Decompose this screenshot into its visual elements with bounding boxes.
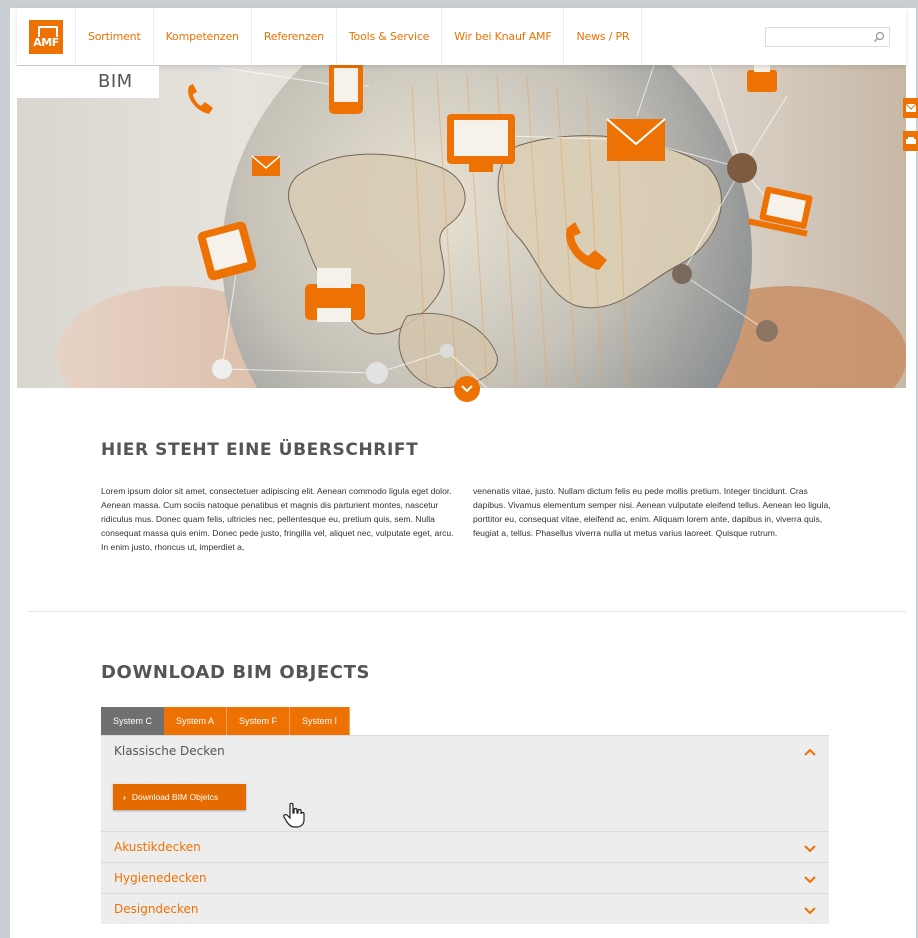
article-text-column-2: venenatis vitae, justo. Nullam dictum fe…: [473, 486, 831, 538]
download-heading: DOWNLOAD BIM OBJECTS: [101, 662, 371, 683]
chevron-right-icon: ›: [123, 792, 126, 802]
article-text-column-1: Lorem ipsum dolor sit amet, consectetuer…: [101, 486, 454, 552]
chevron-down-icon: [804, 907, 816, 915]
print-icon: [906, 137, 916, 144]
chevron-up-icon[interactable]: [803, 747, 817, 757]
nav-item-news-pr[interactable]: News / PR: [563, 8, 643, 65]
tab-system-c[interactable]: System C: [101, 707, 165, 735]
logo-text: AMF: [33, 35, 59, 49]
tab-system-a[interactable]: System A: [164, 707, 228, 735]
amf-logo[interactable]: AMF: [29, 19, 63, 54]
article-heading: HIER STEHT EINE ÜBERSCHRIFT: [101, 440, 419, 460]
bim-accordion: Klassische Decken › Download BIM Objetcs…: [101, 735, 829, 924]
nav-item-referenzen[interactable]: Referenzen: [250, 8, 336, 65]
nav-item-sortiment[interactable]: Sortiment: [75, 8, 153, 65]
nav-label: Tools & Service: [348, 30, 430, 43]
side-share-tab[interactable]: [903, 98, 918, 118]
search-box: [765, 26, 890, 49]
nav-label: Kompetenzen: [165, 30, 239, 43]
chevron-down-icon: [804, 876, 816, 884]
nav-item-tools-service[interactable]: Tools & Service: [335, 8, 441, 65]
download-button-label: Download BIM Objetcs: [131, 792, 219, 802]
chevron-down-icon: [461, 385, 473, 393]
accordion-item-akustikdecken[interactable]: Akustikdecken: [101, 831, 829, 862]
nav-label: Sortiment: [88, 30, 141, 43]
nav-item-wir-bei-knauf-amf[interactable]: Wir bei Knauf AMF: [441, 8, 563, 65]
hero-globe-illustration: [57, 56, 906, 388]
accordion-item-title: Hygienedecken: [114, 871, 207, 885]
scroll-down-button[interactable]: [454, 376, 480, 402]
accordion-item-title: Akustikdecken: [114, 840, 201, 854]
nav-label: Wir bei Knauf AMF: [454, 30, 552, 43]
accordion-item-title[interactable]: Klassische Decken: [114, 744, 225, 758]
search-icon[interactable]: [873, 31, 885, 43]
tab-system-f[interactable]: System F: [227, 707, 291, 735]
section-divider: [28, 611, 906, 612]
nav-label: Referenzen: [263, 30, 324, 43]
mail-icon: [905, 103, 917, 112]
nav-item-kompetenzen[interactable]: Kompetenzen: [152, 8, 251, 65]
accordion-item-designdecken[interactable]: Designdecken: [101, 893, 829, 924]
hero-banner: [17, 56, 906, 388]
side-print-tab[interactable]: [903, 131, 918, 151]
download-bim-objects-button[interactable]: › Download BIM Objetcs: [113, 784, 246, 810]
system-tabs: System C System A System F System I: [101, 707, 351, 735]
accordion-item-klassische-decken: Klassische Decken › Download BIM Objetcs: [101, 735, 829, 831]
chevron-down-icon: [804, 845, 816, 853]
tab-system-i[interactable]: System I: [290, 707, 351, 735]
accordion-item-hygienedecken[interactable]: Hygienedecken: [101, 862, 829, 893]
accordion-item-title: Designdecken: [114, 902, 199, 916]
nav-label: News / PR: [576, 30, 630, 43]
page-title: BIM: [17, 66, 159, 98]
main-navigation: AMF Sortiment Kompetenzen Referenzen Too…: [17, 8, 906, 65]
hand-cursor-icon: [283, 802, 305, 828]
search-input[interactable]: [766, 31, 866, 49]
